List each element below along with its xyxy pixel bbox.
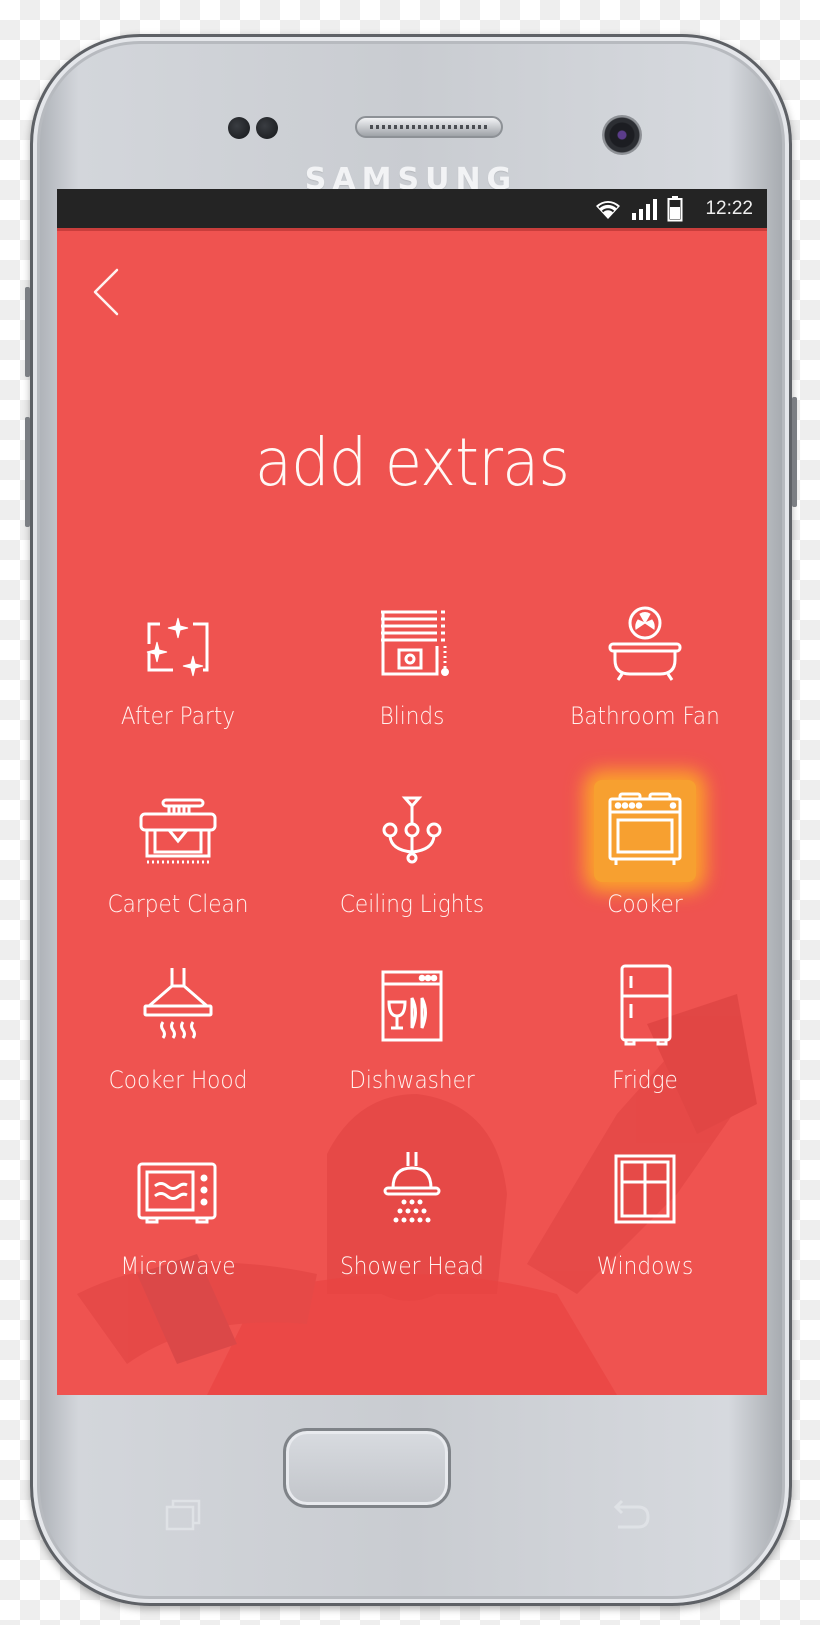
earpiece-speaker [355, 116, 503, 138]
extra-item-fridge[interactable]: Fridge [530, 962, 760, 1094]
chevron-left-icon [93, 268, 119, 316]
extra-item-ceiling-lights[interactable]: Ceiling Lights [297, 786, 527, 918]
extra-item-cooker[interactable]: Cooker [530, 780, 760, 918]
extra-item-label: Dishwasher [349, 1066, 475, 1094]
chandelier-icon [367, 786, 457, 876]
back-arrow-icon [613, 1499, 650, 1529]
dishwasher-icon [367, 962, 457, 1052]
extra-item-windows[interactable]: Windows [530, 1148, 760, 1280]
microwave-icon [133, 1148, 223, 1238]
page-title: add extras [254, 424, 570, 501]
extra-item-label: Shower Head [340, 1252, 484, 1280]
extra-item-label: After Party [120, 702, 236, 730]
front-camera [602, 115, 642, 155]
extra-item-blinds[interactable]: Blinds [297, 598, 527, 730]
extra-item-bathroom-fan[interactable]: Bathroom Fan [530, 598, 760, 730]
extra-item-label: Ceiling Lights [339, 890, 485, 918]
extra-item-label: Microwave [120, 1252, 236, 1280]
bathroom-fan-icon [600, 598, 690, 688]
cooker-icon [594, 780, 696, 882]
volume-button [25, 287, 30, 377]
window-icon [600, 1148, 690, 1238]
signal-icon [632, 198, 658, 220]
extra-item-cooker-hood[interactable]: Cooker Hood [63, 962, 293, 1094]
fridge-icon [600, 962, 690, 1052]
back-button[interactable] [87, 264, 127, 320]
extra-item-label: Bathroom Fan [570, 702, 720, 730]
home-button[interactable] [283, 1428, 451, 1508]
status-bar: 12:22 [57, 189, 767, 231]
carpet-clean-icon [133, 786, 223, 876]
extra-item-shower-head[interactable]: Shower Head [297, 1148, 527, 1280]
extra-item-after-party[interactable]: After Party [63, 598, 293, 730]
battery-icon [667, 195, 683, 221]
extra-item-label: Windows [596, 1252, 694, 1280]
back-key[interactable] [608, 1497, 652, 1533]
extra-item-microwave[interactable]: Microwave [63, 1148, 293, 1280]
extra-item-carpet-clean[interactable]: Carpet Clean [63, 786, 293, 918]
add-extras-page: add extras After Party Blinds Bathroom F… [57, 234, 767, 1395]
status-time: 12:22 [705, 197, 753, 219]
proximity-sensor [228, 117, 250, 139]
extra-item-label: Cooker Hood [108, 1066, 248, 1094]
blinds-icon [367, 598, 457, 688]
proximity-sensor [256, 117, 278, 139]
extra-item-label: Fridge [612, 1066, 678, 1094]
phone-screen: 12:22 add extras After Party Blinds Bath… [57, 189, 767, 1395]
extra-item-label: Carpet Clean [107, 890, 249, 918]
volume-button [25, 417, 30, 527]
shower-head-icon [367, 1148, 457, 1238]
extra-item-label: Cooker [607, 890, 683, 918]
extra-item-label: Blinds [379, 702, 445, 730]
recents-button[interactable] [165, 1497, 205, 1533]
cooker-hood-icon [133, 962, 223, 1052]
extra-item-dishwasher[interactable]: Dishwasher [297, 962, 527, 1094]
power-button [792, 397, 797, 507]
wifi-icon [596, 200, 621, 219]
sparkles-icon [133, 598, 223, 688]
recents-icon [165, 1499, 201, 1531]
